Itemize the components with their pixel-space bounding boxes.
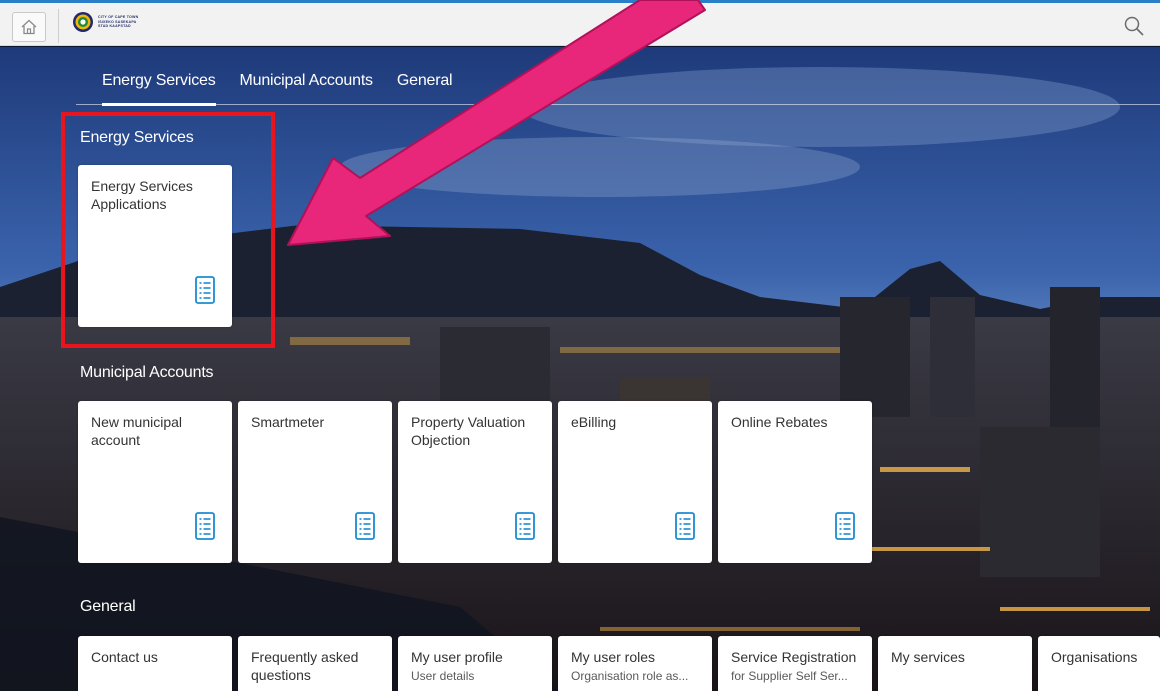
tile-subtitle: for Supplier Self Ser... <box>731 669 848 683</box>
tile-organisations[interactable]: Organisations <box>1038 636 1160 691</box>
tile-ebilling[interactable]: eBilling <box>558 401 712 563</box>
shell-bar: CITY OF CAPE TOWN ISIXEKO SASEKAPA STAD … <box>0 0 1160 46</box>
tile-title: My services <box>891 649 965 665</box>
section-tabs: Energy Services Municipal Accounts Gener… <box>90 72 465 106</box>
search-icon <box>1124 16 1144 36</box>
highlight-box <box>61 112 275 348</box>
search-button[interactable] <box>1122 14 1146 38</box>
tile-my-user-roles[interactable]: My user roles Organisation role as... <box>558 636 712 691</box>
tile-my-services[interactable]: My services <box>878 636 1032 691</box>
tab-energy-services[interactable]: Energy Services <box>90 72 228 106</box>
group-title-municipal-accounts: Municipal Accounts <box>80 364 214 381</box>
tile-title: My user profile <box>411 649 503 665</box>
tile-subtitle: Organisation role as... <box>571 669 689 683</box>
tabs-divider <box>76 104 1160 105</box>
city-logo[interactable]: CITY OF CAPE TOWN ISIXEKO SASEKAPA STAD … <box>72 11 138 33</box>
tile-title: New municipal account <box>91 414 183 448</box>
tile-title: eBilling <box>571 414 617 430</box>
tile-title: Frequently asked questions <box>251 649 359 683</box>
home-icon <box>21 19 37 35</box>
tile-online-rebates[interactable]: Online Rebates <box>718 401 872 563</box>
shell-divider <box>58 9 59 43</box>
home-button[interactable] <box>12 12 46 42</box>
tile-title: Online Rebates <box>731 414 828 430</box>
list-document-icon <box>195 512 215 540</box>
tile-service-registration[interactable]: Service Registration for Supplier Self S… <box>718 636 872 691</box>
tile-subtitle: User details <box>411 669 475 683</box>
tile-my-user-profile[interactable]: My user profile User details <box>398 636 552 691</box>
tile-property-valuation-objection[interactable]: Property Valuation Objection <box>398 401 552 563</box>
tile-contact-us[interactable]: Contact us <box>78 636 232 691</box>
tile-smartmeter[interactable]: Smartmeter <box>238 401 392 563</box>
city-logo-text: CITY OF CAPE TOWN ISIXEKO SASEKAPA STAD … <box>98 15 139 29</box>
tile-new-municipal-account[interactable]: New municipal account <box>78 401 232 563</box>
list-document-icon <box>675 512 695 540</box>
group-title-general: General <box>80 598 136 615</box>
list-document-icon <box>515 512 535 540</box>
tab-municipal-accounts[interactable]: Municipal Accounts <box>228 72 385 104</box>
tile-title: My user roles <box>571 649 656 665</box>
tile-title: Property Valuation Objection <box>411 414 526 448</box>
tile-title: Service Registration <box>731 649 857 665</box>
tile-title: Organisations <box>1051 649 1138 665</box>
list-document-icon <box>355 512 375 540</box>
tab-general[interactable]: General <box>385 72 465 104</box>
tile-title: Contact us <box>91 649 158 665</box>
tile-title: Smartmeter <box>251 414 325 430</box>
list-document-icon <box>835 512 855 540</box>
city-logo-icon <box>73 12 93 32</box>
tile-frequently-asked-questions[interactable]: Frequently asked questions <box>238 636 392 691</box>
